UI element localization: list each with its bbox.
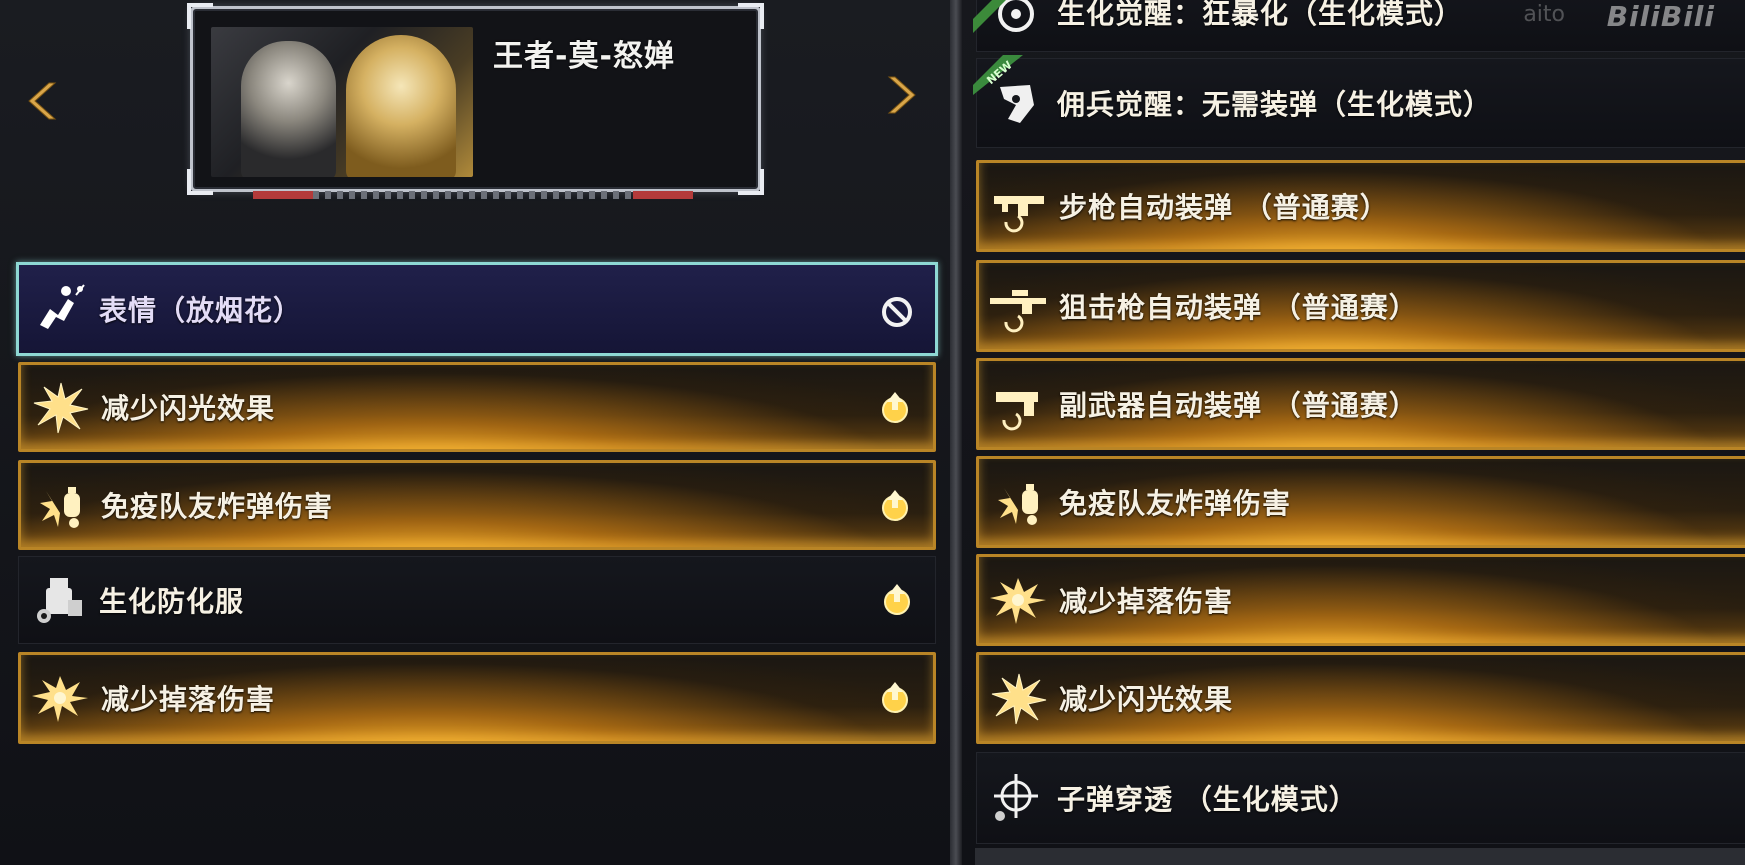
upgrade-icon[interactable] [875,485,915,525]
right-row-sniper-reload[interactable]: 狙击枪自动装弹 （普通赛） [976,260,1745,352]
row-label: 减少闪光效果 [1059,683,1234,716]
fireworks-emote-icon [19,267,99,351]
flash-burst-icon [21,365,101,449]
row-label: 免疫队友炸弹伤害 [1059,487,1292,520]
row-label: 佣兵觉醒：无需装弹（生化模式） [1057,88,1493,121]
character-name: 王者-莫-怒婵 [493,39,675,74]
row-label: 步枪自动装弹 （普通赛） [1059,191,1389,224]
watermark-logo: BiliBili [1606,0,1715,33]
right-row-immune-teammate-bomb[interactable]: 免疫队友炸弹伤害 [976,456,1745,548]
right-row-rifle-reload[interactable]: 步枪自动装弹 （普通赛） [976,160,1745,252]
fall-impact-icon [979,558,1059,642]
right-row-mercenary-awaken[interactable]: NEW 佣兵觉醒：无需装弹（生化模式） [973,55,1745,148]
right-panel: 生化觉醒：狂暴化（生化模式） NEW 佣兵觉醒：无需装弹（生化模式） 步枪自动装… [962,0,1745,865]
row-label: 子弹穿透 （生化模式） [1057,783,1358,816]
row-label: 减少闪光效果 [101,392,276,425]
row-label: 生化防化服 [99,585,245,618]
row-label: 生化觉醒：狂暴化（生化模式） [1057,0,1464,30]
left-row-fireworks-emote[interactable]: 表情（放烟花） [16,262,938,356]
prev-character-button[interactable] [24,76,64,126]
prohibit-icon[interactable] [877,292,917,332]
hazmat-suit-icon [19,558,99,642]
left-panel: 王者-莫-怒婵 表情（放烟花） 减少闪光效果 免疫队友炸弹伤害 生化防化服 减少… [0,0,950,865]
row-label: 狙击枪自动装弹 （普通赛） [1059,291,1418,324]
panel-divider [950,0,962,865]
right-row-pistol-reload[interactable]: 副武器自动装弹 （普通赛） [976,358,1745,450]
row-label: 减少掉落伤害 [101,683,276,716]
sniper-reload-icon [979,264,1059,348]
upgrade-icon[interactable] [875,387,915,427]
fall-impact-icon [21,656,101,740]
new-badge-icon: NEW [973,55,1031,95]
left-row-immune-teammate-bomb[interactable]: 免疫队友炸弹伤害 [18,460,936,550]
row-label: 表情（放烟花） [99,294,303,327]
crosshair-penetration-icon [977,756,1057,840]
row-label: 减少掉落伤害 [1059,585,1234,618]
watermark-partial: aito [1523,2,1565,27]
row-label: 副武器自动装弹 （普通赛） [1059,389,1418,422]
chevron-left-icon [28,82,57,120]
next-character-button[interactable] [880,70,920,120]
row-label: 免疫队友炸弹伤害 [101,490,334,523]
grenade-burst-icon [21,463,101,547]
game-screen: 王者-莫-怒婵 表情（放烟花） 减少闪光效果 免疫队友炸弹伤害 生化防化服 减少… [0,0,1745,865]
rifle-reload-icon [979,164,1059,248]
bottom-strip [975,848,1745,865]
upgrade-icon[interactable] [877,579,917,619]
grenade-burst-icon [979,460,1059,544]
new-badge [973,0,1031,33]
left-row-reduce-flash[interactable]: 减少闪光效果 [18,362,936,452]
character-portrait [211,27,473,177]
left-row-reduce-fall-damage[interactable]: 减少掉落伤害 [18,652,936,744]
left-row-hazmat-suit[interactable]: 生化防化服 [18,556,936,644]
pistol-reload-icon [979,362,1059,446]
right-row-reduce-flash[interactable]: 减少闪光效果 [976,652,1745,744]
chevron-right-icon [887,76,916,114]
right-row-reduce-fall-damage[interactable]: 减少掉落伤害 [976,554,1745,646]
flash-burst-icon [979,656,1059,740]
right-row-bullet-penetration[interactable]: 子弹穿透 （生化模式） [976,752,1745,844]
character-card: 王者-莫-怒婵 [187,3,764,199]
upgrade-icon[interactable] [875,677,915,717]
